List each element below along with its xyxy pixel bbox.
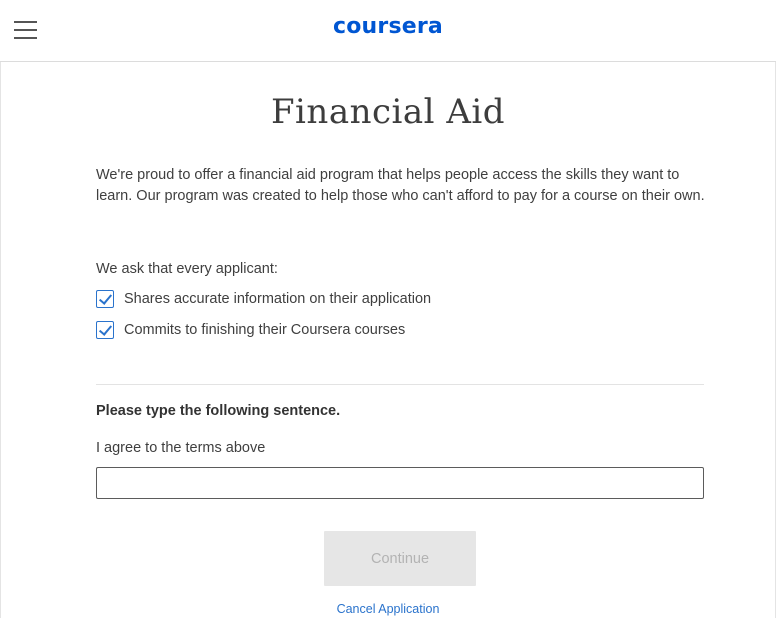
finish-courses-checkbox[interactable] bbox=[96, 321, 114, 339]
agreement-input[interactable] bbox=[96, 467, 704, 499]
page-title: Financial Aid bbox=[270, 92, 506, 132]
applicant-requirements-label: We ask that every applicant: bbox=[96, 261, 278, 277]
cancel-application-link[interactable]: Cancel Application bbox=[0, 602, 776, 616]
accurate-info-checkbox[interactable] bbox=[96, 290, 114, 308]
coursera-logo[interactable]: coursera bbox=[0, 14, 776, 39]
continue-button[interactable]: Continue bbox=[324, 531, 476, 586]
section-divider bbox=[96, 384, 704, 385]
commitment-accurate-info[interactable]: Shares accurate information on their app… bbox=[96, 289, 431, 309]
accurate-info-label: Shares accurate information on their app… bbox=[124, 291, 432, 307]
sentence-to-type: I agree to the terms above bbox=[96, 440, 266, 456]
type-sentence-heading: Please type the following sentence. bbox=[96, 403, 341, 419]
commitment-finish-courses[interactable]: Commits to finishing their Coursera cour… bbox=[96, 320, 405, 340]
intro-text: We're proud to offer a financial aid pro… bbox=[96, 167, 705, 204]
top-bar: coursera bbox=[0, 0, 776, 62]
finish-courses-label: Commits to finishing their Coursera cour… bbox=[124, 322, 406, 338]
